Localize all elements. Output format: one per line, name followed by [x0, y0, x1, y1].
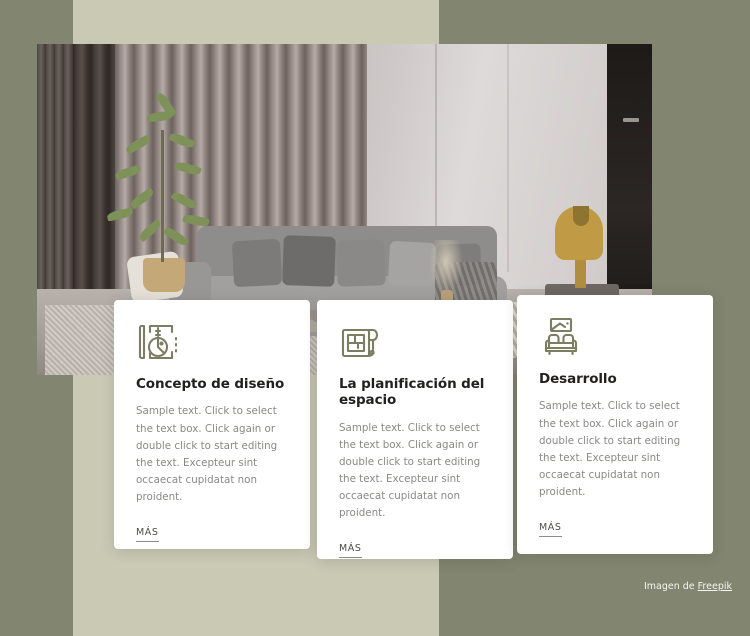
image-attribution: Imagen de Freepik — [644, 581, 732, 592]
drafting-compass-icon — [136, 322, 180, 362]
door-handle — [623, 118, 639, 122]
card-title: La planificación del espacio — [339, 376, 485, 409]
plant-pot — [143, 258, 185, 292]
card-body-text: Sample text. Click to select the text bo… — [136, 405, 278, 503]
feature-card-design-concept[interactable]: Concepto de diseño Sample text. Click to… — [114, 300, 310, 549]
wall-seam-secondary — [507, 44, 509, 272]
lamp-notch — [573, 206, 589, 226]
pampas-grass — [429, 240, 463, 294]
card-title: Concepto de diseño — [136, 376, 285, 392]
feature-card-development[interactable]: Desarrollo Sample text. Click to select … — [517, 295, 713, 554]
plant-trunk — [161, 130, 164, 262]
card-body-text: Sample text. Click to select the text bo… — [539, 400, 681, 498]
feature-card-space-planning[interactable]: La planificación del espacio Sample text… — [317, 300, 513, 559]
more-link[interactable]: MÁS — [339, 543, 362, 559]
cushion — [336, 239, 386, 287]
attribution-prefix: Imagen de — [643, 581, 698, 592]
card-title: Desarrollo — [539, 371, 617, 387]
sofa-picture-icon — [539, 317, 583, 357]
blueprint-roll-icon — [339, 322, 383, 362]
more-link[interactable]: MÁS — [539, 522, 562, 537]
more-link[interactable]: MÁS — [136, 527, 159, 542]
cushion — [282, 235, 336, 287]
card-body-text: Sample text. Click to select the text bo… — [339, 421, 481, 520]
cushion — [231, 238, 283, 288]
freepik-link[interactable]: Freepik — [698, 581, 732, 592]
